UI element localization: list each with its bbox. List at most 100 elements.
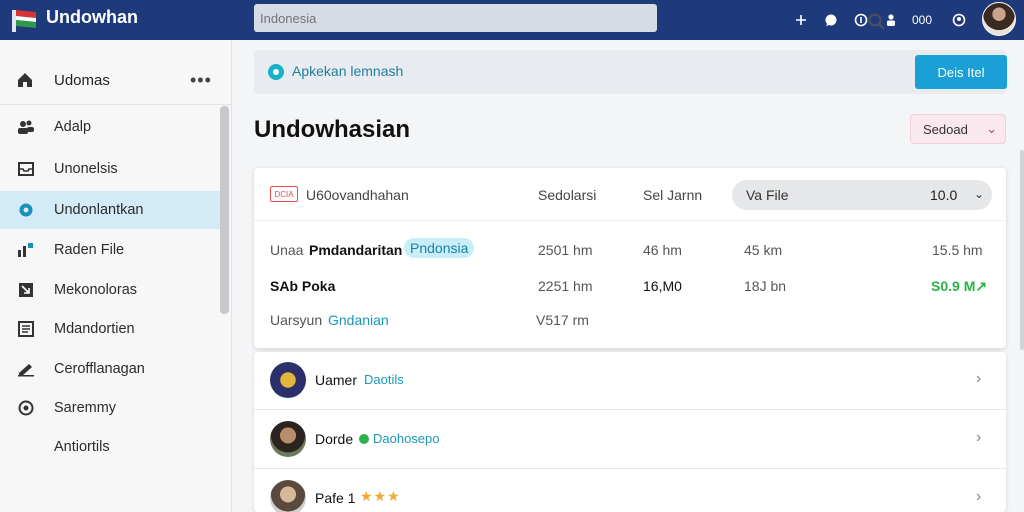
plus-icon[interactable] xyxy=(790,9,812,31)
sidebar-header-label: Udomas xyxy=(54,71,110,89)
search-bar[interactable] xyxy=(254,4,885,32)
divider xyxy=(0,104,232,105)
settings-icon xyxy=(16,200,36,220)
avatar[interactable] xyxy=(982,2,1016,36)
sidebar-item-label: Unonelsis xyxy=(54,161,118,177)
row-name[interactable]: SAb Poka xyxy=(270,278,335,294)
sidebar-header[interactable]: Udomas xyxy=(16,68,216,92)
shield-icon xyxy=(16,398,36,418)
sidebar-item-label: Antiortils xyxy=(54,439,110,455)
row-cell: 46 hm xyxy=(643,242,682,258)
avatar xyxy=(270,421,306,457)
app-title: Undowhan xyxy=(46,7,138,27)
sort-dropdown[interactable]: Sedoad ⌄ xyxy=(910,114,1006,144)
notice-banner: Apkekan lemnash xyxy=(254,50,1006,94)
row-cell: 45 km xyxy=(744,242,783,258)
chevron-down-icon: ⌄ xyxy=(974,187,985,201)
list-item-name: Pafe 1 xyxy=(315,490,356,506)
inbox-icon xyxy=(16,159,36,179)
chevron-down-icon: ⌄ xyxy=(986,121,997,136)
sidebar-item-adalp[interactable]: Adalp xyxy=(0,108,220,146)
arrow-icon xyxy=(16,280,36,300)
sidebar-item-label: Mdandortien xyxy=(54,321,135,337)
avatar xyxy=(270,362,306,398)
list-item[interactable]: Uamer Daotils › xyxy=(254,352,1006,410)
sidebar-item-antiortils[interactable]: Antiortils xyxy=(0,428,220,466)
sidebar-item-label: Raden File xyxy=(54,242,125,258)
rating-stars: ★★★ xyxy=(360,488,401,504)
row-prefix: Unaa xyxy=(270,242,304,258)
sidebar: Udomas ••• Adalp Unonelsis Undonlantkan … xyxy=(0,40,232,512)
list-item-name: Dorde xyxy=(315,431,354,447)
top-bar: Undowhan 000 xyxy=(0,0,1024,40)
main-scrollbar[interactable] xyxy=(1020,150,1024,350)
sidebar-item-label: Mekonoloras xyxy=(54,282,138,298)
divider xyxy=(254,220,1006,221)
list-icon xyxy=(16,319,36,339)
sidebar-item-label: Cerofflanagan xyxy=(54,361,145,377)
sidebar-item-undonlantkan[interactable]: Undonlantkan xyxy=(0,191,220,229)
column-header-name[interactable]: U60ovandhahan xyxy=(306,187,409,203)
edit-icon xyxy=(16,359,36,379)
file-select-value: 10.0 xyxy=(930,187,958,203)
sidebar-item-label: Undonlantkan xyxy=(54,202,144,218)
chevron-right-icon[interactable]: › xyxy=(976,488,981,506)
sidebar-scrollbar[interactable] xyxy=(220,106,229,314)
file-select-label: Va File xyxy=(746,187,789,203)
location-chip[interactable]: Pndonsia xyxy=(404,238,475,258)
search-input[interactable] xyxy=(260,8,600,28)
home-icon xyxy=(18,73,32,87)
row-cell-positive: S0.9 M↗ xyxy=(931,278,988,294)
chevron-right-icon[interactable]: › xyxy=(976,370,981,388)
row-cell: 15.5 hm xyxy=(932,242,983,258)
list-item-name: Uamer xyxy=(315,372,358,388)
column-header-col3[interactable]: Sel Jarnn xyxy=(643,187,702,203)
chat-icon[interactable] xyxy=(820,9,842,31)
chart-icon xyxy=(16,240,36,260)
primary-button[interactable]: Deis Itel xyxy=(915,55,1007,89)
sidebar-item-label: Adalp xyxy=(54,119,92,135)
user-list: Uamer Daotils › Dorde Daohosepo › Pafe 1… xyxy=(254,352,1006,512)
user-icon[interactable] xyxy=(880,9,902,31)
sidebar-item-cerofflanagan[interactable]: Cerofflanagan xyxy=(0,350,220,388)
list-item[interactable]: Dorde Daohosepo › xyxy=(254,411,1006,469)
row-cell: 18J bn xyxy=(744,278,787,294)
sidebar-item-unonelsis[interactable]: Unonelsis xyxy=(0,150,220,188)
list-item-tag[interactable]: Daohosepo xyxy=(359,431,440,446)
top-actions: 000 xyxy=(790,8,978,32)
sidebar-item-raden-file[interactable]: Raden File xyxy=(0,231,220,269)
sidebar-item-label: Saremmy xyxy=(54,400,117,416)
row-cell: 2501 hm xyxy=(538,242,593,258)
avatar xyxy=(270,480,306,512)
flag-logo-icon[interactable] xyxy=(10,6,38,34)
row-chip: Pndonsia xyxy=(402,238,475,258)
list-item[interactable]: Pafe 1 ★★★ › xyxy=(254,470,1006,512)
sidebar-item-mdandortien[interactable]: Mdandortien xyxy=(0,310,220,348)
row-prefix: Uarsyun xyxy=(270,312,323,328)
column-header-col2[interactable]: Sedolarsi xyxy=(538,187,596,203)
page-title: Undowhasian xyxy=(254,116,411,143)
data-table: DCIA U60ovandhahan Sedolarsi Sel Jarnn V… xyxy=(254,168,1006,348)
info-icon[interactable] xyxy=(850,9,872,31)
blank-icon xyxy=(16,437,36,457)
more-icon[interactable]: ••• xyxy=(190,70,212,91)
status-badge: DCIA xyxy=(270,186,298,202)
people-icon xyxy=(16,117,36,137)
sort-label: Sedoad xyxy=(923,121,968,137)
notice-text[interactable]: Apkekan lemnash xyxy=(292,63,403,79)
info-icon xyxy=(268,64,284,80)
file-select[interactable]: Va File 10.0 ⌄ xyxy=(732,180,992,210)
list-item-tag[interactable]: Daotils xyxy=(364,372,404,387)
list-item-tag-label: Daohosepo xyxy=(373,431,440,446)
chevron-right-icon[interactable]: › xyxy=(976,429,981,447)
user-icon[interactable] xyxy=(948,9,970,31)
row-cell: 2251 hm xyxy=(538,278,593,294)
row-cell: V517 rm xyxy=(536,312,589,328)
status-dot-icon xyxy=(359,434,369,444)
row-name[interactable]: Pmdandaritan xyxy=(309,242,402,258)
sidebar-item-mekonoloras[interactable]: Mekonoloras xyxy=(0,271,220,309)
row-link[interactable]: Gndanian xyxy=(328,312,389,328)
notification-count[interactable]: 000 xyxy=(912,13,932,27)
sidebar-item-saremmy[interactable]: Saremmy xyxy=(0,389,220,427)
row-cell: 16,M0 xyxy=(643,278,682,294)
